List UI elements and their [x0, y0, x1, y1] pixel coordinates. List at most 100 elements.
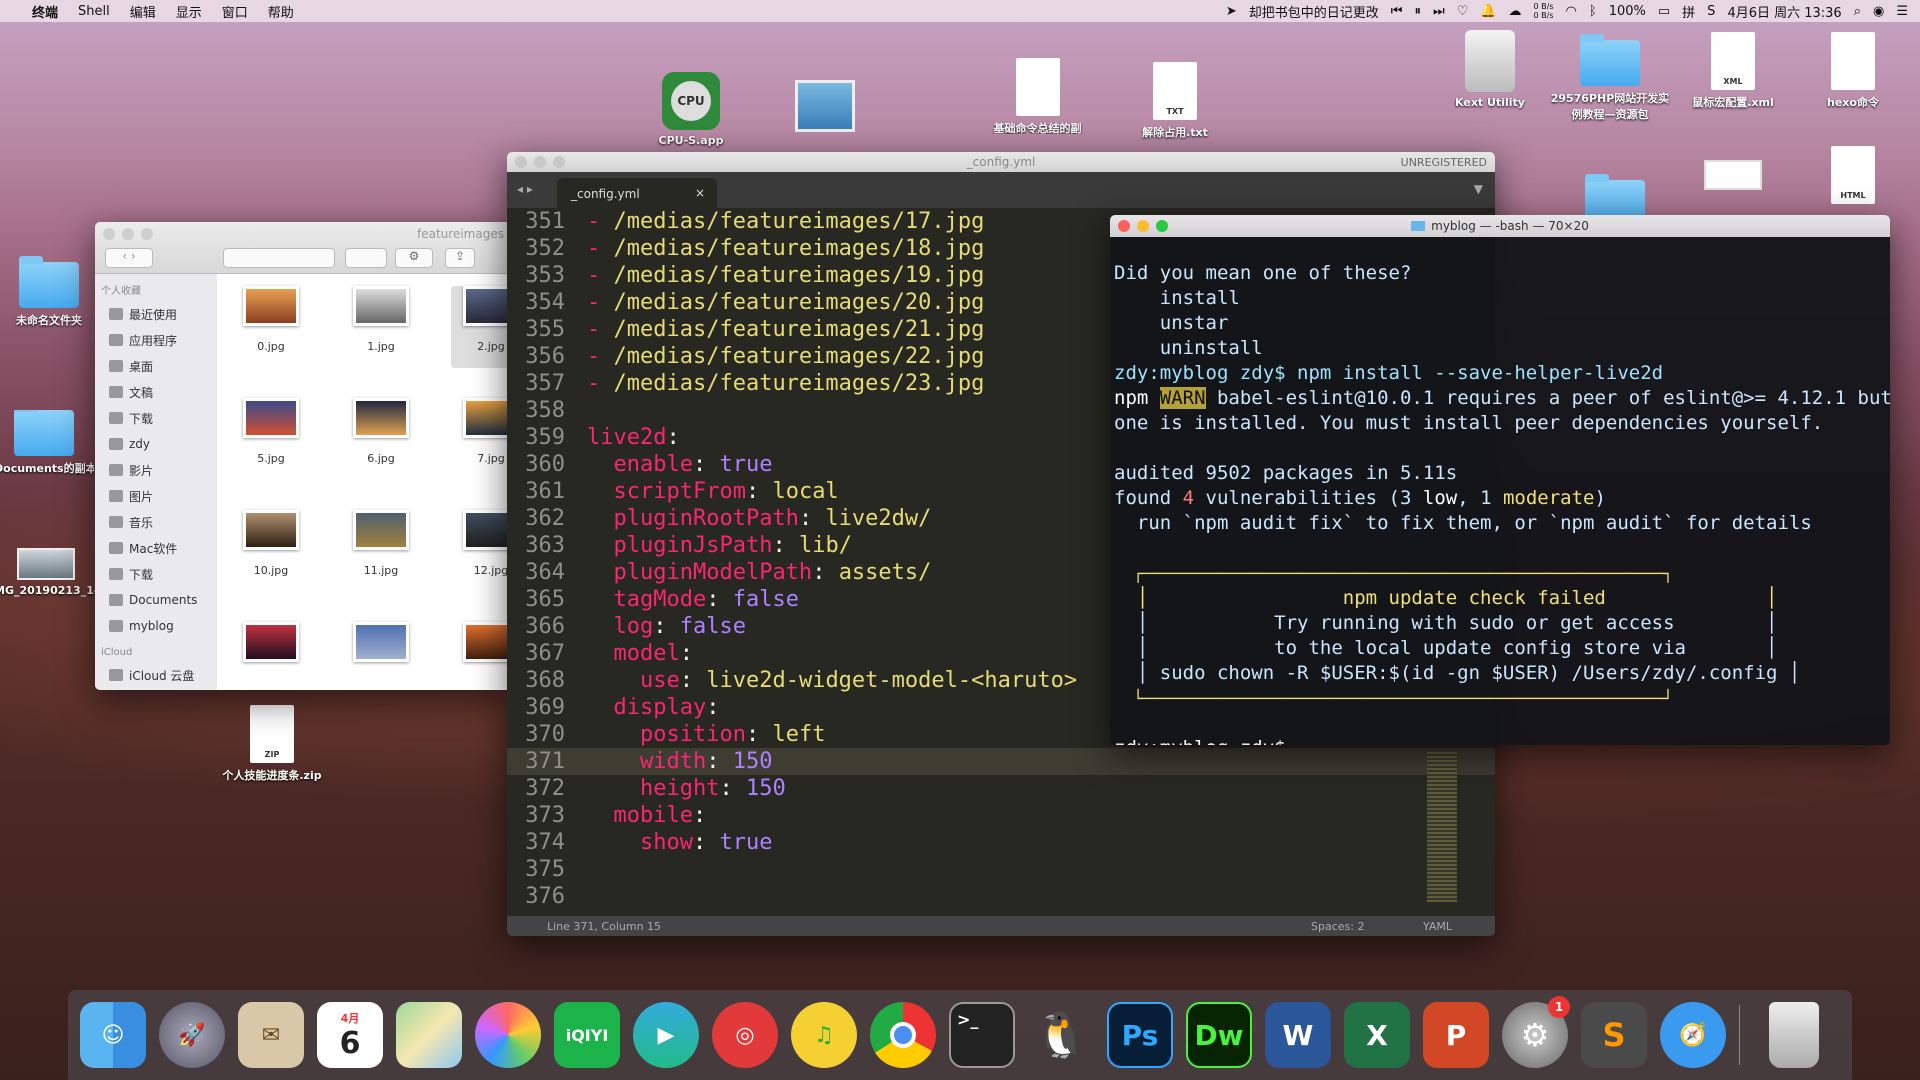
spotlight-search-icon[interactable]: ⌕: [1854, 4, 1861, 19]
terminal-prompt[interactable]: zdy:myblog zdy$: [1114, 736, 1886, 745]
sidebar-item[interactable]: 文稿: [101, 379, 211, 405]
file-item-selected[interactable]: 2.jpg: [451, 286, 515, 368]
tab-config-yml[interactable]: _config.yml ×: [557, 178, 717, 208]
file-item[interactable]: 10.jpg: [231, 510, 311, 577]
desktop-icon-jpeg[interactable]: MG_20190213_144152.jpeg: [0, 548, 98, 597]
safari-icon[interactable]: 🧭: [1660, 1002, 1726, 1068]
desktop-icon-cpu-s[interactable]: CPU CPU-S.app: [636, 72, 746, 147]
code-line[interactable]: 371 width: 150: [507, 748, 1495, 775]
menu-app-name[interactable]: 终端: [32, 2, 58, 21]
code-line[interactable]: 374 show: true: [507, 829, 1495, 856]
photos-icon[interactable]: [475, 1002, 541, 1068]
code-line[interactable]: 373 mobile:: [507, 802, 1495, 829]
file-item[interactable]: 1.jpg: [341, 286, 421, 353]
tab-nav-arrows-icon[interactable]: ◂ ▸: [517, 182, 533, 196]
music-icon[interactable]: ♫: [791, 1002, 857, 1068]
notification-center-icon[interactable]: ☰: [1896, 4, 1908, 19]
sidebar-item[interactable]: 下载: [101, 561, 211, 587]
launchpad-icon[interactable]: 🚀: [159, 1002, 225, 1068]
sidebar-item[interactable]: Mac软件: [101, 535, 211, 561]
file-item[interactable]: [231, 622, 311, 676]
back-forward-buttons[interactable]: ‹ ›: [105, 248, 153, 268]
close-button[interactable]: [1118, 220, 1130, 232]
excel-icon[interactable]: X: [1344, 1002, 1410, 1068]
sidebar-item[interactable]: 下载: [101, 405, 211, 431]
video-icon[interactable]: ▶: [633, 1002, 699, 1068]
desktop-icon-documents-copy[interactable]: Documents的副本: [0, 410, 94, 476]
qq-icon[interactable]: 🐧: [1028, 1002, 1094, 1068]
sidebar-item[interactable]: 音乐: [101, 509, 211, 535]
file-item[interactable]: 11.jpg: [341, 510, 421, 577]
system-preferences-icon[interactable]: ⚙ 1: [1502, 996, 1570, 1068]
menu-shell[interactable]: Shell: [78, 4, 110, 19]
close-button[interactable]: [515, 156, 527, 168]
photoshop-icon[interactable]: Ps: [1107, 1002, 1173, 1068]
media-pause-icon[interactable]: ⏸: [1415, 4, 1422, 19]
cloud-icon[interactable]: ☁: [1509, 4, 1522, 19]
powerpoint-icon[interactable]: P: [1423, 1002, 1489, 1068]
desktop-icon-php-folder[interactable]: 29576PHP网站开发实例教程—资源包: [1550, 34, 1670, 122]
bluetooth-icon[interactable]: ᛒ: [1589, 4, 1597, 19]
file-item[interactable]: 5.jpg: [231, 398, 311, 465]
finder-icon[interactable]: ☺: [80, 1002, 146, 1068]
desktop-icon-screenshot-2[interactable]: [1678, 160, 1788, 190]
iqiyi-icon[interactable]: iQIYI: [554, 1002, 620, 1068]
desktop-icon-txt[interactable]: TXT 解除占用.txt: [1120, 62, 1230, 140]
maps-icon[interactable]: [396, 1002, 462, 1068]
desktop-icon-screenshot[interactable]: [770, 80, 880, 132]
terminal-output[interactable]: Did you mean one of these? install unsta…: [1110, 237, 1890, 745]
sidebar-item[interactable]: 应用程序: [101, 327, 211, 353]
desktop-icon-xml[interactable]: XML 鼠标宏配置.xml: [1678, 32, 1788, 110]
media-next-icon[interactable]: ⏭: [1433, 4, 1445, 19]
share-icon[interactable]: ⇪: [445, 248, 475, 268]
sidebar-item[interactable]: myblog: [101, 613, 211, 639]
input-method-icon[interactable]: 拼: [1682, 2, 1695, 21]
menu-edit[interactable]: 编辑: [130, 2, 156, 21]
clipboard-icon[interactable]: S: [1707, 4, 1715, 19]
file-item[interactable]: 7.jpg: [451, 398, 515, 465]
terminal-icon[interactable]: >_: [949, 1002, 1015, 1068]
zoom-button[interactable]: [1156, 220, 1168, 232]
netease-music-icon[interactable]: ◎: [712, 1002, 778, 1068]
sidebar-item[interactable]: 最近使用: [101, 301, 211, 327]
sidebar-item[interactable]: 图片: [101, 483, 211, 509]
battery-icon[interactable]: ▭: [1658, 4, 1670, 19]
menu-view[interactable]: 显示: [176, 2, 202, 21]
file-item[interactable]: [451, 622, 515, 676]
media-prev-icon[interactable]: ⏮: [1391, 4, 1403, 19]
close-button[interactable]: [103, 228, 115, 240]
indentation-setting[interactable]: Spaces: 2: [1311, 920, 1364, 933]
zoom-button[interactable]: [141, 228, 153, 240]
syntax-setting[interactable]: YAML: [1423, 920, 1452, 933]
minimize-button[interactable]: [122, 228, 134, 240]
sidebar-item[interactable]: iCloud 云盘: [101, 662, 211, 688]
network-speed[interactable]: 0 B/s 0 B/s: [1534, 2, 1554, 20]
now-playing-text[interactable]: 却把书包中的日记更改: [1249, 2, 1379, 21]
desktop-icon-kext-utility[interactable]: Kext Utility: [1435, 30, 1545, 109]
heart-icon[interactable]: ♡: [1457, 4, 1469, 19]
action-gear-icon[interactable]: ⚙: [395, 248, 433, 268]
close-tab-icon[interactable]: ×: [695, 186, 705, 200]
sidebar-item[interactable]: Documents: [101, 587, 211, 613]
code-line[interactable]: 375: [507, 856, 1495, 883]
menu-window[interactable]: 窗口: [222, 2, 248, 21]
trash-icon[interactable]: [1769, 1002, 1819, 1068]
desktop-icon-docx[interactable]: 基础命令总结的副本.docx: [980, 58, 1095, 134]
mail-icon[interactable]: ✉: [238, 1002, 304, 1068]
sidebar-item[interactable]: 桌面: [101, 353, 211, 379]
file-item[interactable]: [341, 622, 421, 676]
sublime-icon[interactable]: S: [1581, 1002, 1647, 1068]
chrome-icon[interactable]: [870, 1002, 936, 1068]
siri-icon[interactable]: ◉: [1873, 4, 1884, 19]
view-mode-buttons[interactable]: [223, 248, 335, 268]
sidebar-item[interactable]: 影片: [101, 457, 211, 483]
minimize-button[interactable]: [534, 156, 546, 168]
dreamweaver-icon[interactable]: Dw: [1186, 1002, 1252, 1068]
clock[interactable]: 4月6日 周六 13:36: [1727, 2, 1841, 21]
code-line[interactable]: 376: [507, 883, 1495, 910]
desktop-icon-hexo[interactable]: hexo命令: [1798, 32, 1908, 110]
desktop-icon-zip[interactable]: ZIP 个人技能进度条.zip: [212, 705, 332, 783]
location-icon[interactable]: ➤: [1226, 4, 1237, 19]
tab-dropdown-icon[interactable]: ▼: [1474, 182, 1483, 196]
zoom-button[interactable]: [553, 156, 565, 168]
